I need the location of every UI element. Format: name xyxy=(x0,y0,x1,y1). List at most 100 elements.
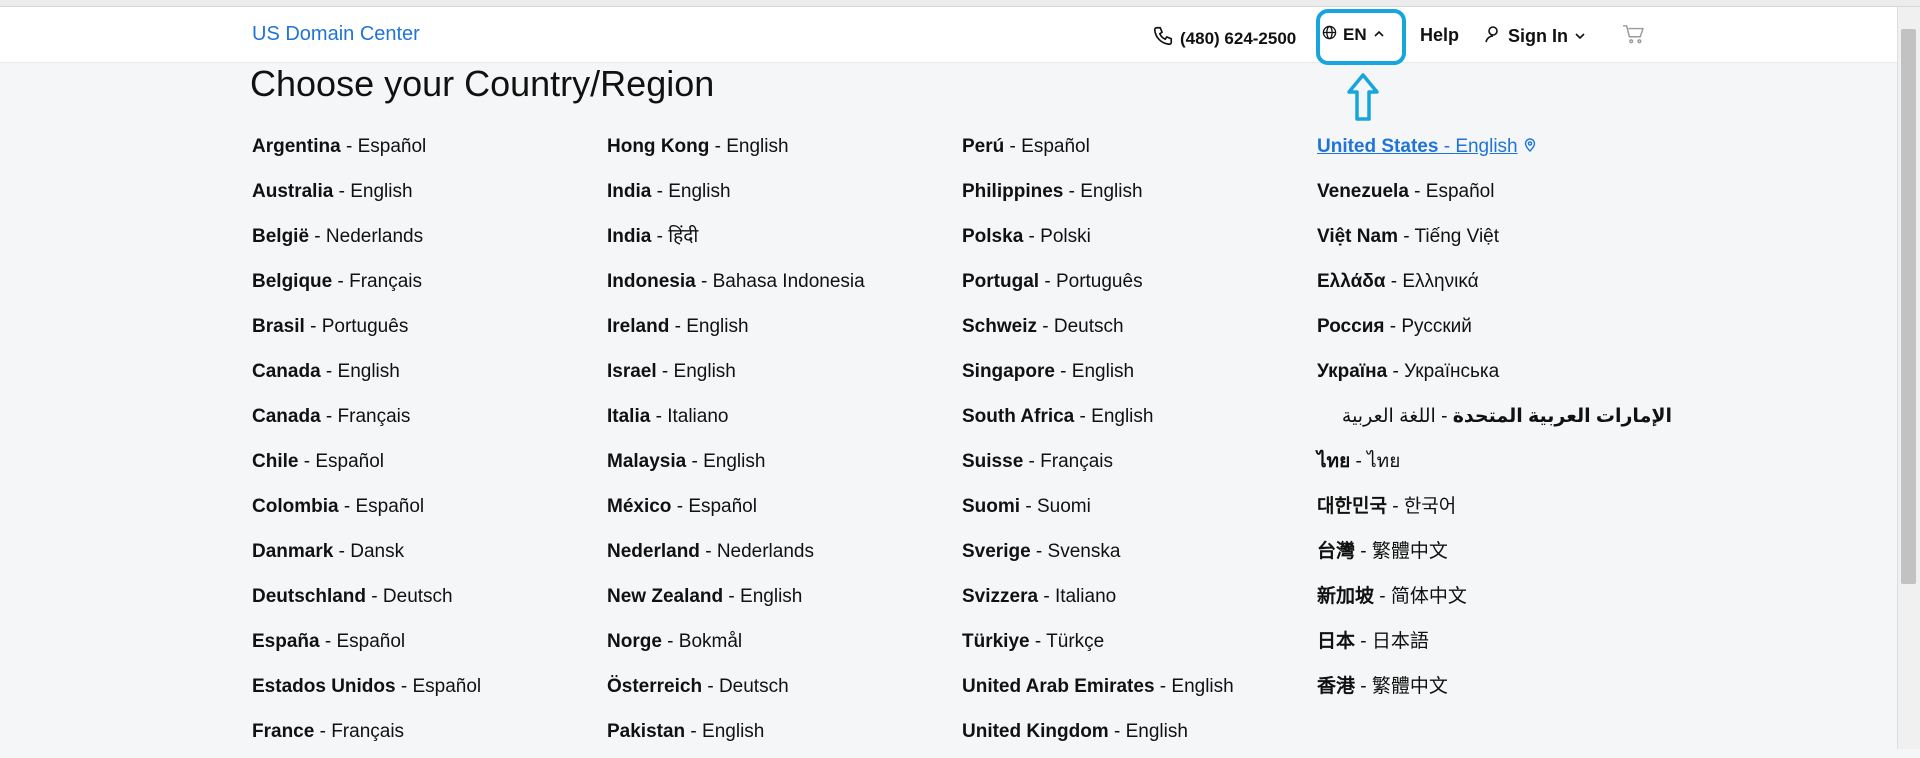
country-name: France xyxy=(252,721,315,742)
country-link[interactable]: Россия - Русский xyxy=(1317,308,1672,353)
country-link[interactable]: Nederland - Nederlands xyxy=(607,533,962,578)
country-name: India xyxy=(607,226,652,247)
country-link[interactable]: Ireland - English xyxy=(607,308,962,353)
country-link[interactable]: United States - English xyxy=(1317,128,1672,173)
country-link[interactable]: Suisse - Français xyxy=(962,443,1317,488)
phone-link[interactable]: (480) 624-2500 xyxy=(1152,25,1296,52)
country-link[interactable]: Suomi - Suomi xyxy=(962,488,1317,533)
country-link[interactable]: South Africa - English xyxy=(962,398,1317,443)
country-link[interactable]: Україна - Українська xyxy=(1317,353,1672,398)
country-name: België xyxy=(252,226,310,247)
country-link[interactable]: Svizzera - Italiano xyxy=(962,578,1317,623)
separator: - xyxy=(650,406,668,427)
country-link[interactable]: Israel - English xyxy=(607,353,962,398)
country-link[interactable]: Norge - Bokmål xyxy=(607,623,962,668)
country-name: Philippines xyxy=(962,181,1064,202)
separator: - xyxy=(651,181,669,202)
help-link[interactable]: Help xyxy=(1420,25,1459,46)
separator: - xyxy=(395,676,413,697)
language-name: Deutsch xyxy=(1053,316,1124,337)
country-link[interactable]: Philippines - English xyxy=(962,173,1317,218)
separator: - xyxy=(686,451,704,472)
scrollbar[interactable] xyxy=(1897,7,1920,749)
country-link[interactable]: ไทย - ไทย xyxy=(1317,443,1672,488)
country-link[interactable]: Italia - Italiano xyxy=(607,398,962,443)
language-name: English xyxy=(1171,676,1234,697)
country-link[interactable]: New Zealand - English xyxy=(607,578,962,623)
country-link[interactable]: 대한민국 - 한국어 xyxy=(1317,488,1672,533)
country-link[interactable]: Canada - English xyxy=(252,353,607,398)
country-link[interactable]: 新加坡 - 简体中文 xyxy=(1317,578,1672,623)
country-name: Ireland xyxy=(607,316,670,337)
country-link[interactable]: France - Français xyxy=(252,713,607,758)
separator: - xyxy=(1023,226,1041,247)
country-link[interactable]: Chile - Español xyxy=(252,443,607,488)
country-link[interactable]: Singapore - English xyxy=(962,353,1317,398)
country-link[interactable]: Portugal - Português xyxy=(962,263,1317,308)
country-link[interactable]: Indonesia - Bahasa Indonesia xyxy=(607,263,962,308)
country-link[interactable]: United Kingdom - English xyxy=(962,713,1317,758)
country-link[interactable]: España - Español xyxy=(252,623,607,668)
country-link[interactable]: Polska - Polski xyxy=(962,218,1317,263)
country-link[interactable]: México - Español xyxy=(607,488,962,533)
country-link[interactable]: Perú - Español xyxy=(962,128,1317,173)
country-link[interactable]: Sverige - Svenska xyxy=(962,533,1317,578)
language-name: Français xyxy=(331,721,405,742)
country-link[interactable]: Australia - English xyxy=(252,173,607,218)
country-link[interactable]: Việt Nam - Tiếng Việt xyxy=(1317,218,1672,263)
cart-button[interactable] xyxy=(1622,24,1644,49)
cart-icon xyxy=(1622,25,1644,48)
phone-number: (480) 624-2500 xyxy=(1180,28,1297,48)
language-name: Svenska xyxy=(1047,541,1121,562)
country-link[interactable]: 日本 - 日本語 xyxy=(1317,623,1672,668)
country-link[interactable]: Deutschland - Deutsch xyxy=(252,578,607,623)
separator: - xyxy=(338,496,356,517)
country-link[interactable]: Venezuela - Español xyxy=(1317,173,1672,218)
country-name: Portugal xyxy=(962,271,1040,292)
country-link[interactable]: India - हिंदी xyxy=(607,218,962,263)
country-link[interactable]: Canada - Français xyxy=(252,398,607,443)
brand-link[interactable]: US Domain Center xyxy=(252,23,420,46)
country-link[interactable]: Danmark - Dansk xyxy=(252,533,607,578)
language-name: हिंदी xyxy=(668,226,699,247)
separator: - xyxy=(1384,316,1402,337)
language-name: 简体中文 xyxy=(1390,586,1467,607)
country-link[interactable]: Argentina - Español xyxy=(252,128,607,173)
separator: - xyxy=(671,496,689,517)
country-name: India xyxy=(607,181,652,202)
country-link[interactable]: België - Nederlands xyxy=(252,218,607,263)
country-link[interactable]: Österreich - Deutsch xyxy=(607,668,962,713)
country-link[interactable]: Estados Unidos - Español xyxy=(252,668,607,713)
country-name: Россия xyxy=(1317,316,1385,337)
country-link[interactable]: Hong Kong - English xyxy=(607,128,962,173)
language-name: Español xyxy=(1425,181,1495,202)
language-name: English xyxy=(1091,406,1154,427)
country-link[interactable]: Türkiye - Türkçe xyxy=(962,623,1317,668)
country-link[interactable]: Ελλάδα - Ελληνικά xyxy=(1317,263,1672,308)
separator: - xyxy=(656,361,674,382)
country-link[interactable]: الإمارات العربية المتحدة - اللغة العربية xyxy=(1317,398,1672,443)
separator: - xyxy=(699,541,717,562)
country-link[interactable]: Pakistan - English xyxy=(607,713,962,758)
country-link[interactable]: India - English xyxy=(607,173,962,218)
country-link[interactable]: Schweiz - Deutsch xyxy=(962,308,1317,353)
country-name: Ελλάδα xyxy=(1317,271,1386,292)
country-name: Canada xyxy=(252,406,321,427)
country-name: Polska xyxy=(962,226,1024,247)
country-name: Perú xyxy=(962,136,1005,157)
country-link[interactable]: 香港 - 繁體中文 xyxy=(1317,668,1672,713)
language-name: Español xyxy=(412,676,482,697)
language-name: English xyxy=(1080,181,1143,202)
country-link[interactable]: Colombia - Español xyxy=(252,488,607,533)
scrollbar-thumb[interactable] xyxy=(1901,29,1916,584)
country-name: United States xyxy=(1317,136,1439,158)
language-name: Español xyxy=(336,631,406,652)
separator: - xyxy=(1408,181,1426,202)
country-link[interactable]: Malaysia - English xyxy=(607,443,962,488)
country-link[interactable]: Belgique - Français xyxy=(252,263,607,308)
country-link[interactable]: Brasil - Português xyxy=(252,308,607,353)
separator: - xyxy=(1355,631,1372,652)
country-link[interactable]: United Arab Emirates - English xyxy=(962,668,1317,713)
country-link[interactable]: 台灣 - 繁體中文 xyxy=(1317,533,1672,578)
sign-in-menu[interactable]: Sign In xyxy=(1484,25,1586,48)
